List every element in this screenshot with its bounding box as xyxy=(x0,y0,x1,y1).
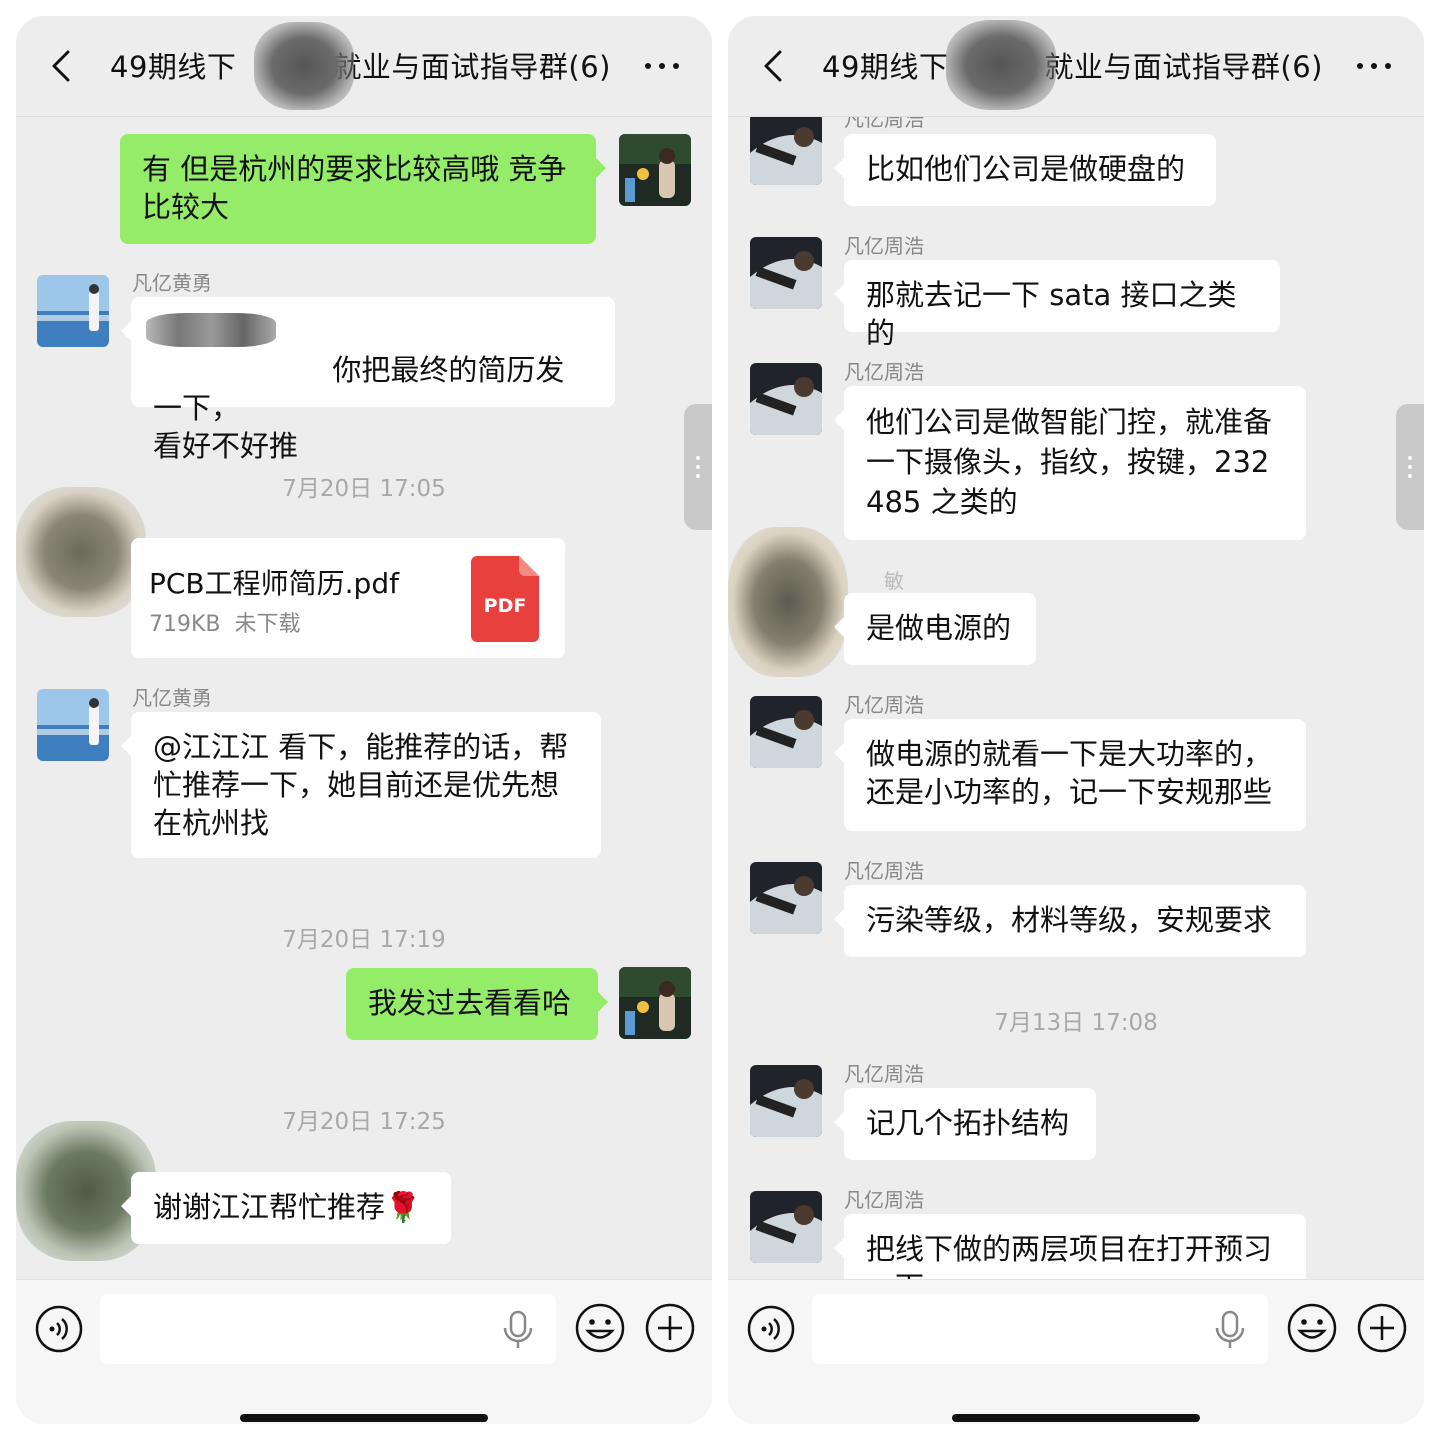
sender-name: 凡亿周浩 xyxy=(844,117,924,131)
message-bubble-incoming[interactable]: 是做电源的 xyxy=(834,593,1036,665)
home-indicator xyxy=(240,1414,488,1422)
title-prefix: 49期线下 xyxy=(110,50,237,84)
sender-avatar[interactable] xyxy=(750,1065,822,1137)
sender-name: 凡亿周浩 xyxy=(844,1062,924,1086)
more-icon[interactable] xyxy=(1354,46,1394,86)
message-bubble-incoming[interactable]: 记几个拓扑结构 xyxy=(834,1088,1096,1160)
sender-avatar[interactable] xyxy=(750,237,822,309)
title-suffix: 就业与面试指导群(6) xyxy=(332,50,611,84)
redaction-scribble xyxy=(16,487,146,617)
message-list: 凡亿周浩 比如他们公司是做硬盘的 凡亿周浩 那就去记一下 sata 接口之类的 … xyxy=(728,117,1424,1279)
microphone-icon[interactable] xyxy=(1212,1310,1248,1350)
sender-name: 凡亿周浩 xyxy=(844,1188,924,1212)
sender-name: 凡亿黄勇 xyxy=(132,271,212,295)
message-bubble-incoming[interactable]: 他们公司是做智能门控，就准备 一下摄像头，指纹，按键，232 485 之类的 xyxy=(834,386,1306,540)
more-icon[interactable] xyxy=(642,46,682,86)
side-handle[interactable] xyxy=(1396,404,1424,530)
sender-name: 凡亿周浩 xyxy=(844,234,924,258)
sender-name: 凡亿周浩 xyxy=(844,693,924,717)
message-bubble-incoming[interactable]: 污染等级，材料等级，安规要求 xyxy=(834,885,1306,957)
self-avatar[interactable] xyxy=(619,967,691,1039)
sender-name: 凡亿黄勇 xyxy=(132,686,212,710)
redaction-scribble xyxy=(946,20,1056,110)
message-text: 你把最终的简历发一下， 看好不好推 xyxy=(153,353,565,463)
redaction-scribble xyxy=(254,22,354,110)
right-chat-screen: 49期线下 就业与面试指导群(6) 凡亿周浩 比如他们公司是做硬盘的 凡亿周浩 那… xyxy=(728,16,1424,1424)
chat-title: 49期线下 就业与面试指导群(6) xyxy=(822,44,1323,86)
timestamp: 7月20日 17:19 xyxy=(282,927,446,953)
input-toolbar xyxy=(728,1279,1424,1424)
message-input[interactable] xyxy=(100,1294,556,1364)
sender-avatar[interactable] xyxy=(750,1191,822,1263)
chat-title: 49期线下 就业与面试指导群(6) xyxy=(110,44,611,86)
input-toolbar xyxy=(16,1279,712,1424)
voice-icon[interactable] xyxy=(746,1304,796,1354)
title-prefix: 49期线下 xyxy=(822,50,949,84)
sender-avatar[interactable] xyxy=(750,696,822,768)
home-indicator xyxy=(952,1414,1200,1422)
file-status: 未下载 xyxy=(234,612,301,637)
message-bubble-incoming[interactable]: @江江江 看下，能推荐的话，帮 忙推荐一下，她目前还是优先想 在杭州找 xyxy=(121,712,601,858)
timestamp: 7月13日 17:08 xyxy=(994,1010,1158,1036)
sender-name: 凡亿周浩 xyxy=(844,859,924,883)
back-icon[interactable] xyxy=(42,46,82,86)
emoji-icon[interactable] xyxy=(574,1302,626,1354)
sender-avatar[interactable] xyxy=(750,117,822,185)
plus-icon[interactable] xyxy=(1356,1302,1408,1354)
sender-name: 敏 xyxy=(884,569,904,593)
redaction-scribble xyxy=(728,527,848,677)
message-bubble-outgoing[interactable]: 有 但是杭州的要求比较高哦 竞争 比较大 xyxy=(120,134,606,244)
sender-avatar[interactable] xyxy=(750,363,822,435)
sender-name: 凡亿周浩 xyxy=(844,360,924,384)
sender-avatar[interactable] xyxy=(37,275,109,347)
file-meta: 719KB 未下载 xyxy=(149,606,301,638)
voice-icon[interactable] xyxy=(34,1304,84,1354)
message-bubble-incoming[interactable]: 比如他们公司是做硬盘的 xyxy=(834,134,1216,206)
back-icon[interactable] xyxy=(754,46,794,86)
message-input[interactable] xyxy=(812,1294,1268,1364)
message-bubble-incoming[interactable]: 那就去记一下 sata 接口之类的 xyxy=(834,260,1280,350)
file-message-card[interactable]: PCB工程师简历.pdf 719KB 未下载 PDF xyxy=(131,538,565,658)
message-bubble-incoming[interactable]: 把线下做的两层项目在打开预习 一下 xyxy=(834,1214,1306,1279)
message-bubble-incoming[interactable]: 谢谢江江帮忙推荐🌹 xyxy=(121,1172,451,1244)
self-avatar[interactable] xyxy=(619,134,691,206)
plus-icon[interactable] xyxy=(644,1302,696,1354)
left-chat-screen: 49期线下 就业与面试指导群(6) 有 但是杭州的要求比较高哦 竞争 比较大 凡亿… xyxy=(16,16,712,1424)
microphone-icon[interactable] xyxy=(500,1310,536,1350)
message-list: 有 但是杭州的要求比较高哦 竞争 比较大 凡亿黄勇 你把最终的简历发一下， 看好… xyxy=(16,117,712,1279)
title-suffix: 就业与面试指导群(6) xyxy=(1044,50,1323,84)
message-bubble-incoming[interactable]: 做电源的就看一下是大功率的， 还是小功率的，记一下安规那些 xyxy=(834,719,1306,831)
sender-avatar[interactable] xyxy=(37,689,109,761)
chat-header: 49期线下 就业与面试指导群(6) xyxy=(728,16,1424,117)
message-bubble-outgoing[interactable]: 我发过去看看哈 xyxy=(346,968,608,1040)
redaction-blur xyxy=(146,313,276,347)
file-size: 719KB xyxy=(149,612,221,637)
pdf-badge-text: PDF xyxy=(484,595,527,617)
sender-avatar[interactable] xyxy=(750,862,822,934)
side-handle[interactable] xyxy=(684,404,712,530)
emoji-icon[interactable] xyxy=(1286,1302,1338,1354)
pdf-icon: PDF xyxy=(471,556,539,642)
chat-header: 49期线下 就业与面试指导群(6) xyxy=(16,16,712,117)
file-name: PCB工程师简历.pdf xyxy=(149,567,399,600)
